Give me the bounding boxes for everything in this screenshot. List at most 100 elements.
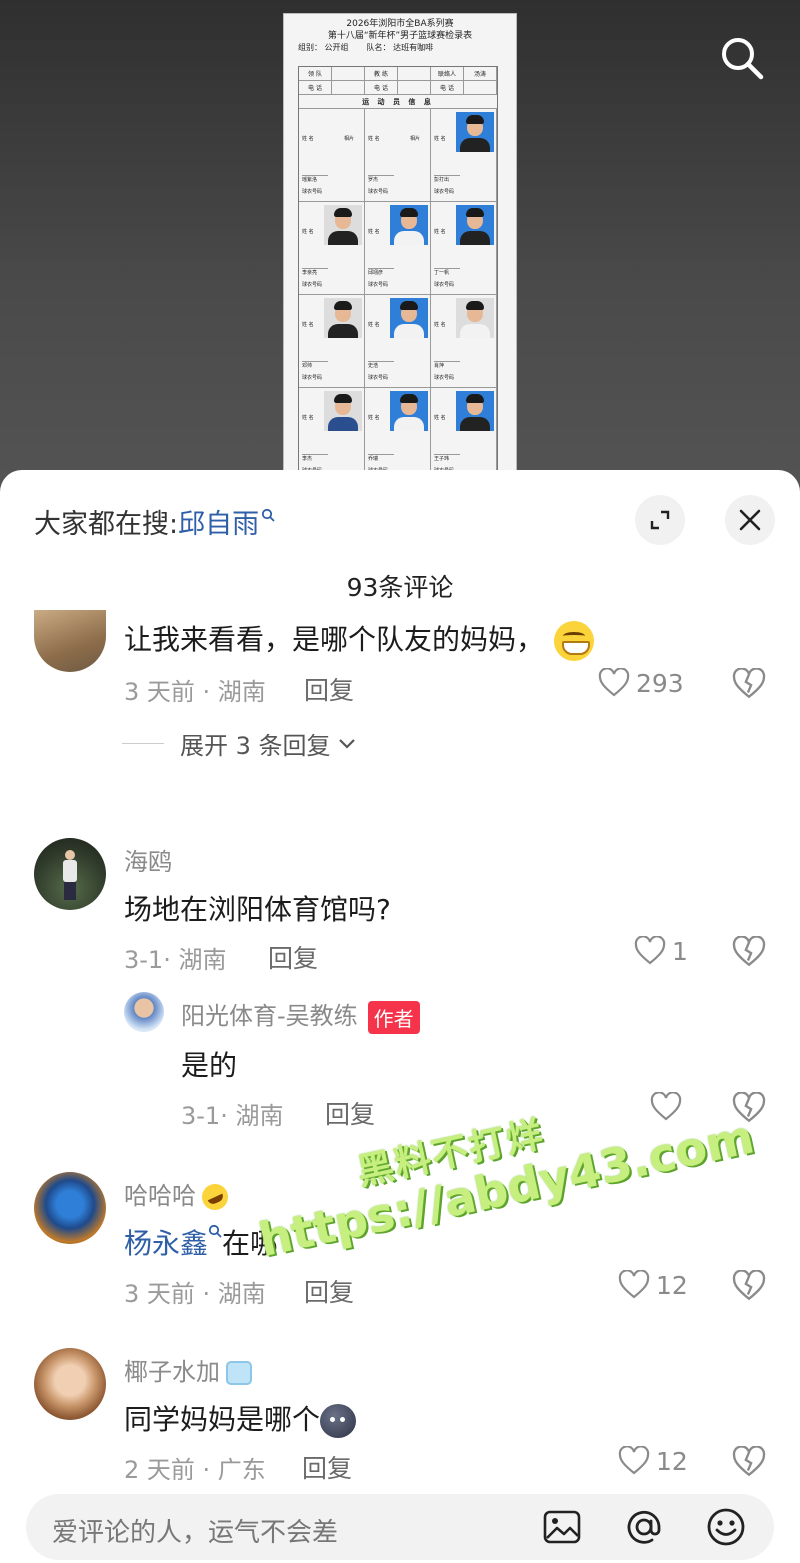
player-name: 史浩 bbox=[368, 361, 394, 369]
player-name-label: 姓 名 bbox=[434, 415, 446, 421]
avatar[interactable] bbox=[34, 838, 106, 910]
avatar[interactable] bbox=[34, 1172, 106, 1244]
player-photo bbox=[456, 298, 494, 338]
player-name: 罗杰 bbox=[368, 175, 394, 183]
player-row: 姓 名 李亲亮 球衣号码 姓 名 邱翊彦 球衣号码 姓 名 丁一帆 球衣号码 bbox=[299, 202, 497, 295]
player-photo bbox=[456, 112, 494, 152]
emoji-button[interactable] bbox=[704, 1505, 748, 1549]
player-name: 李杰 bbox=[302, 454, 328, 462]
reply-button[interactable]: 回复 bbox=[304, 671, 354, 707]
search-icon bbox=[208, 1224, 222, 1238]
comment-username[interactable]: 椰子水加 bbox=[124, 1352, 252, 1387]
image-icon bbox=[543, 1510, 581, 1544]
form-row: 领 队 教 练 联络人 汤涛 bbox=[299, 67, 497, 81]
broken-heart-icon bbox=[732, 1445, 766, 1477]
comment-username-text: 哈哈哈 bbox=[124, 1182, 196, 1210]
avatar[interactable] bbox=[34, 610, 106, 672]
player-number-label: 球衣号码 bbox=[368, 282, 389, 288]
dislike-button[interactable] bbox=[732, 667, 766, 704]
expand-icon bbox=[650, 510, 670, 530]
rofl-emoji-icon bbox=[197, 1179, 233, 1215]
comment-sheet-header: 大家都在搜: 邱自雨 93条评论 bbox=[0, 470, 800, 602]
video-preview[interactable]: 2026年浏阳市全BA系列赛 第十八届“新年杯”男子篮球赛检录表 组别： 公开组… bbox=[0, 0, 800, 520]
form-cell bbox=[398, 67, 431, 80]
form-cell: 电 话 bbox=[365, 81, 398, 94]
comment-text-content: 同学妈妈是哪个 bbox=[124, 1403, 321, 1436]
author-badge: 作者 bbox=[367, 1000, 420, 1034]
avatar[interactable] bbox=[124, 992, 164, 1032]
like-count: 12 bbox=[656, 1446, 688, 1476]
form-group-label: 组别： bbox=[298, 43, 322, 52]
search-icon bbox=[722, 38, 764, 80]
player-photo bbox=[390, 391, 428, 431]
comment-sheet: 大家都在搜: 邱自雨 93条评论 让我来看看，是哪个队友的妈妈， 3 天前 · … bbox=[0, 470, 800, 1563]
expand-replies-button[interactable]: 展开 3 条回复 bbox=[122, 726, 357, 761]
comment-input[interactable]: 爱评论的人，运气不会差 bbox=[26, 1494, 774, 1560]
player-cell: 姓 名 乔瑞 球衣号码 bbox=[365, 388, 431, 480]
like-button[interactable]: 12 bbox=[618, 1270, 688, 1300]
reply-username[interactable]: 阳光体育-吴教练 作者 bbox=[181, 996, 420, 1034]
like-button[interactable]: 293 bbox=[598, 668, 684, 698]
like-button[interactable]: 12 bbox=[618, 1446, 688, 1476]
comment-text: 杨永鑫 在哪 bbox=[124, 1222, 278, 1262]
player-number-label: 球衣号码 bbox=[368, 375, 389, 381]
form-cell bbox=[464, 81, 497, 94]
comment-meta: 3 天前 · 湖南 bbox=[124, 678, 266, 706]
player-number-label: 球衣号码 bbox=[302, 375, 323, 381]
comment-text: 场地在浏阳体育馆吗? bbox=[124, 893, 391, 926]
search-keyword-link[interactable]: 杨永鑫 bbox=[124, 1227, 208, 1260]
dislike-button[interactable] bbox=[732, 1269, 766, 1306]
registration-form-image: 2026年浏阳市全BA系列赛 第十八届“新年杯”男子篮球赛检录表 组别： 公开组… bbox=[283, 13, 517, 520]
broken-heart-icon bbox=[732, 935, 766, 967]
dislike-button[interactable] bbox=[732, 1445, 766, 1482]
player-name-label: 姓 名 bbox=[302, 136, 314, 142]
player-row: 姓 名 瑶紫洛 球衣号码 相片 姓 名 罗杰 球衣号码 相片 姓 名 彭打出 球… bbox=[299, 109, 497, 202]
form-title-line1: 2026年浏阳市全BA系列赛 bbox=[346, 19, 454, 29]
player-number-label: 球衣号码 bbox=[302, 282, 323, 288]
player-name-label: 姓 名 bbox=[302, 322, 314, 328]
comment-text: 让我来看看，是哪个队友的妈妈， bbox=[124, 618, 595, 661]
reply-button[interactable]: 回复 bbox=[304, 1273, 354, 1309]
reply-button[interactable]: 回复 bbox=[268, 939, 318, 975]
search-button[interactable] bbox=[718, 34, 766, 82]
form-cell bbox=[332, 67, 365, 80]
form-group-value: 公开组 bbox=[324, 43, 349, 52]
dislike-button[interactable] bbox=[732, 935, 766, 972]
form-section-title: 运 动 员 信 息 bbox=[299, 95, 497, 109]
hot-search-keyword[interactable]: 邱自雨 bbox=[178, 502, 259, 541]
avatar[interactable] bbox=[34, 1348, 106, 1420]
grin-emoji-icon bbox=[554, 621, 595, 661]
form-cell: 电 话 bbox=[431, 81, 464, 94]
close-button[interactable] bbox=[725, 495, 775, 545]
like-button[interactable] bbox=[650, 1092, 688, 1122]
like-count: 12 bbox=[656, 1270, 688, 1300]
form-team-value: 达班有咖啡 bbox=[393, 43, 434, 52]
form-row: 电 话 电 话 电 话 bbox=[299, 81, 497, 95]
expand-button[interactable] bbox=[635, 495, 685, 545]
player-name-label: 姓 名 bbox=[302, 229, 314, 235]
like-button[interactable]: 1 bbox=[634, 936, 688, 966]
player-name-label: 姓 名 bbox=[434, 229, 446, 235]
form-cell: 教 练 bbox=[365, 67, 398, 80]
player-cell: 姓 名 李杰 球衣号码 bbox=[299, 388, 365, 480]
hot-search[interactable]: 大家都在搜: 邱自雨 bbox=[34, 502, 275, 541]
form-cell bbox=[398, 81, 431, 94]
broken-heart-icon bbox=[732, 667, 766, 699]
player-name-label: 姓 名 bbox=[368, 415, 380, 421]
form-table: 领 队 教 练 联络人 汤涛 电 话 电 话 电 话 运 动 员 信 息 姓 名… bbox=[298, 66, 498, 482]
dislike-button[interactable] bbox=[732, 1091, 766, 1128]
image-button[interactable] bbox=[540, 1505, 584, 1549]
hot-search-prefix: 大家都在搜: bbox=[34, 509, 179, 540]
player-name: 邓帅 bbox=[302, 361, 328, 369]
comment-meta: 3 天前 · 湖南 bbox=[124, 1280, 266, 1308]
comment-username[interactable]: 哈哈哈 bbox=[124, 1176, 233, 1215]
player-cell: 姓 名 李亲亮 球衣号码 bbox=[299, 202, 365, 294]
comment-username[interactable]: 海鸥 bbox=[124, 842, 172, 877]
reply-button[interactable]: 回复 bbox=[325, 1095, 375, 1131]
comment-text-content: 让我来看看，是哪个队友的妈妈， bbox=[124, 623, 545, 656]
player-cell: 姓 名 史浩 球衣号码 bbox=[365, 295, 431, 387]
form-cell: 电 话 bbox=[299, 81, 332, 94]
mention-button[interactable] bbox=[622, 1505, 666, 1549]
player-photo bbox=[456, 205, 494, 245]
player-cell: 姓 名 瑶紫洛 球衣号码 相片 bbox=[299, 109, 365, 201]
